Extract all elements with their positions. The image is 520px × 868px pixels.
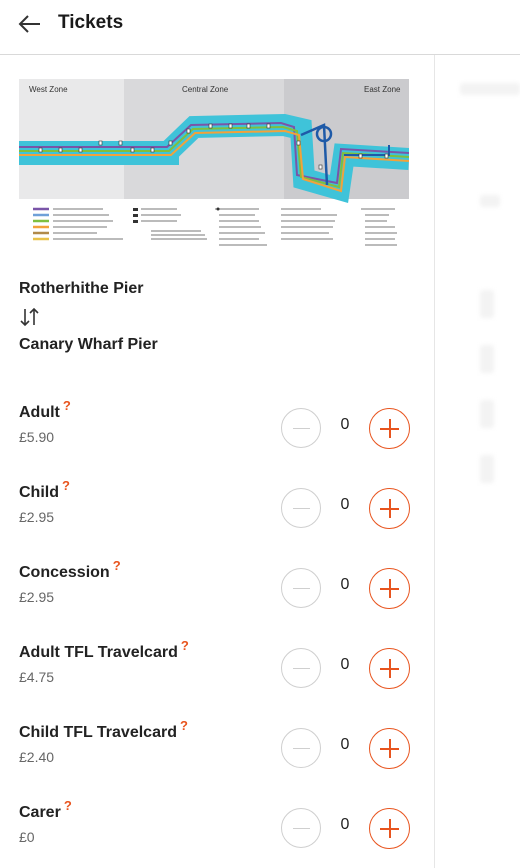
ticket-price: £4.75 [19, 669, 55, 685]
increase-quantity-button[interactable] [369, 408, 410, 449]
help-icon[interactable]: ? [63, 398, 71, 413]
help-icon[interactable]: ? [180, 718, 188, 733]
ticket-price: £2.40 [19, 749, 55, 765]
increase-quantity-button[interactable] [369, 728, 410, 769]
ticket-name: Concession [19, 564, 110, 581]
map-zone-label: West Zone [29, 85, 68, 94]
decrease-quantity-button[interactable] [281, 648, 321, 688]
increase-quantity-button[interactable] [369, 488, 410, 529]
ticket-price: £5.90 [19, 429, 55, 445]
decrease-quantity-button[interactable] [281, 488, 321, 528]
route-summary: Rotherhithe Pier Canary Wharf Pier [19, 280, 158, 353]
ticket-name: Carer [19, 804, 61, 821]
ticket-quantity: 0 [340, 816, 350, 833]
ticket-row-adult-tfl-travelcard: Adult TFL Travelcard? £4.75 0 [19, 638, 414, 694]
ticket-quantity: 0 [340, 496, 350, 513]
ticket-price: £2.95 [19, 589, 55, 605]
help-icon[interactable]: ? [113, 558, 121, 573]
increase-quantity-button[interactable] [369, 648, 410, 689]
help-icon[interactable]: ? [64, 798, 72, 813]
back-arrow-icon[interactable] [16, 10, 44, 38]
page-title: Tickets [58, 12, 124, 33]
ticket-quantity: 0 [340, 656, 350, 673]
ticket-row-adult: Adult? £5.90 0 [19, 398, 414, 454]
increase-quantity-button[interactable] [369, 808, 410, 849]
ticket-price: £0 [19, 829, 35, 845]
route-origin: Rotherhithe Pier [19, 280, 144, 297]
map-zone-label: East Zone [364, 85, 401, 94]
decrease-quantity-button[interactable] [281, 808, 321, 848]
ticket-name: Child [19, 484, 59, 501]
route-destination: Canary Wharf Pier [19, 336, 158, 353]
ticket-row-carer: Carer? £0 0 [19, 798, 414, 854]
help-icon[interactable]: ? [181, 638, 189, 653]
ticket-quantity: 0 [340, 576, 350, 593]
ticket-name: Adult TFL Travelcard [19, 644, 178, 661]
ticket-quantity: 0 [340, 416, 350, 433]
side-panel [435, 55, 520, 868]
ticket-row-child: Child? £2.95 0 [19, 478, 414, 534]
increase-quantity-button[interactable] [369, 568, 410, 609]
swap-direction-icon[interactable] [19, 306, 41, 328]
ticket-quantity: 0 [340, 736, 350, 753]
decrease-quantity-button[interactable] [281, 408, 321, 448]
ticket-name: Child TFL Travelcard [19, 724, 177, 741]
help-icon[interactable]: ? [62, 478, 70, 493]
app-header: Tickets [0, 0, 520, 55]
ticket-row-child-tfl-travelcard: Child TFL Travelcard? £2.40 0 [19, 718, 414, 774]
ticket-price: £2.95 [19, 509, 55, 525]
ticket-name: Adult [19, 404, 60, 421]
decrease-quantity-button[interactable] [281, 568, 321, 608]
map-zone-label: Central Zone [182, 85, 229, 94]
river-bus-route-map: West Zone Central Zone East Zone [19, 79, 409, 251]
ticket-row-concession: Concession? £2.95 0 [19, 558, 414, 614]
decrease-quantity-button[interactable] [281, 728, 321, 768]
